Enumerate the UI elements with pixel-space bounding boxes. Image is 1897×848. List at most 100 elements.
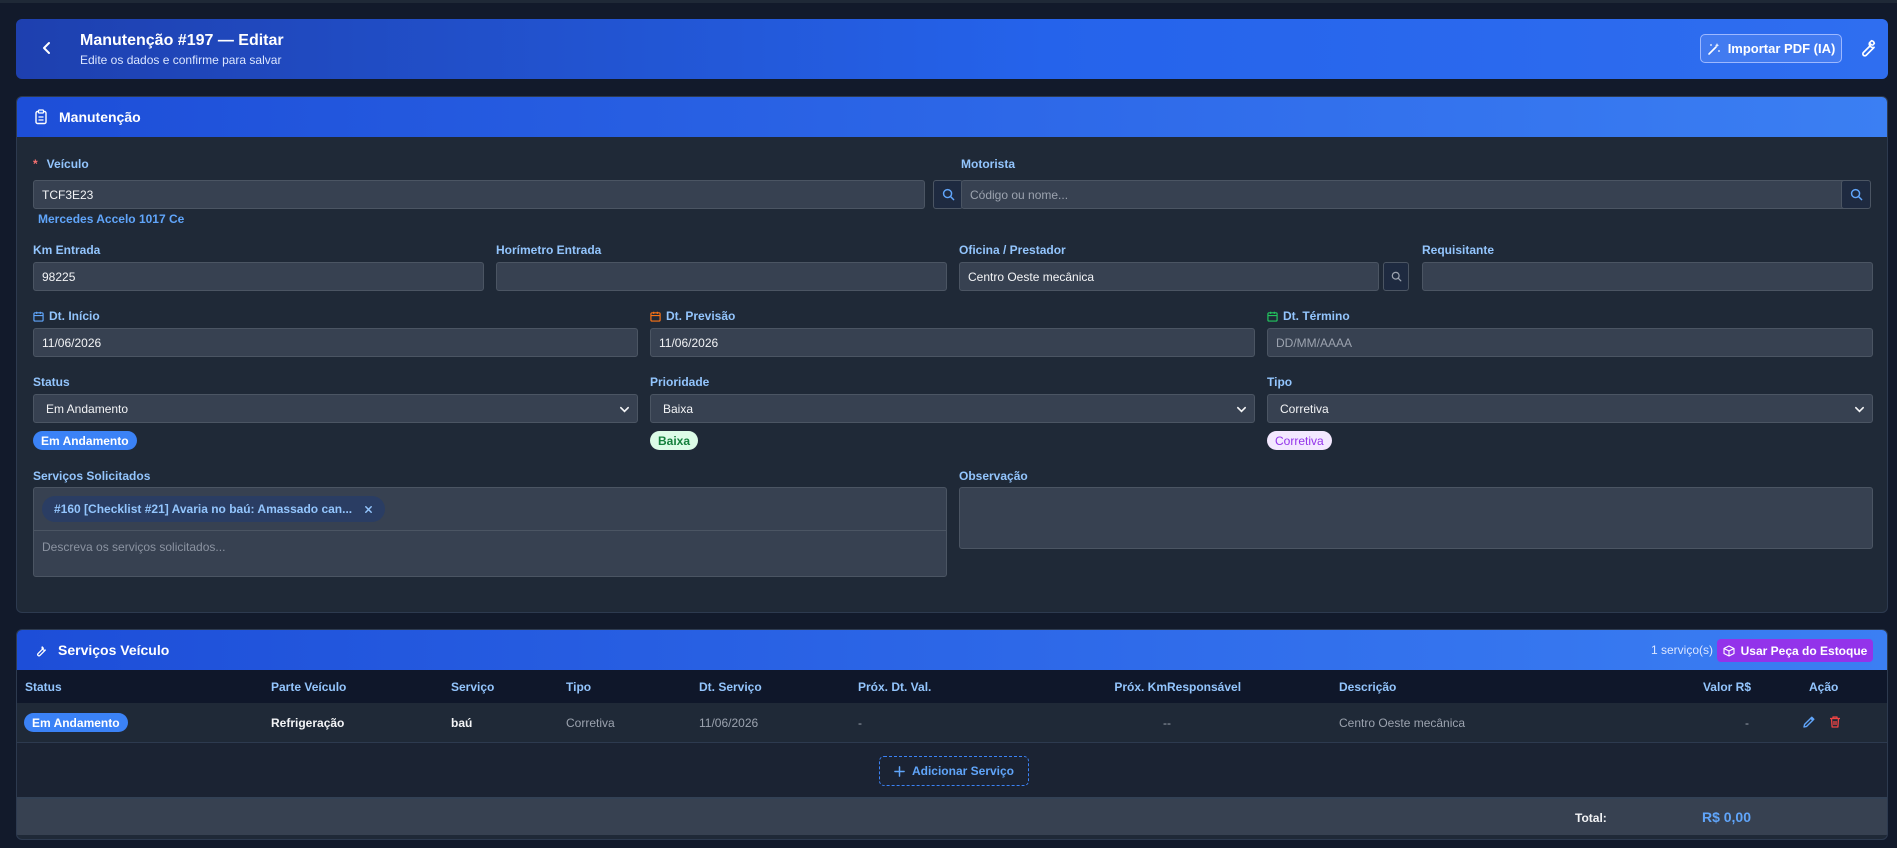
col-acao: Ação (1809, 680, 1839, 694)
calendar-icon (650, 311, 661, 322)
dt-previsao-input[interactable]: 11/06/2026 (650, 328, 1255, 357)
veiculo-model-link[interactable]: Mercedes Accelo 1017 Ce (38, 212, 184, 226)
servico-chip: #160 [Checklist #21] Avaria no baú: Amas… (42, 496, 386, 522)
servico-chip-label: #160 [Checklist #21] Avaria no baú: Amas… (54, 502, 353, 516)
row-valor: - (1745, 716, 1749, 730)
tipo-select[interactable]: Corretiva (1267, 394, 1873, 423)
package-icon (1723, 644, 1735, 657)
motorista-search-button[interactable] (1841, 180, 1871, 209)
add-service-area: Adicionar Serviço (17, 743, 1887, 799)
row-tipo: Corretiva (566, 716, 615, 730)
servicos-solicitados-input[interactable]: Descreva os serviços solicitados... (42, 540, 225, 554)
servicos-solicitados-label: Serviços Solicitados (33, 469, 151, 483)
col-prox-dt: Próx. Dt. Val. (858, 680, 932, 694)
close-icon[interactable] (364, 505, 373, 514)
total-bar: Total: R$ 0,00 (17, 799, 1887, 835)
chevron-left-icon (43, 42, 50, 54)
col-tipo: Tipo (566, 680, 592, 694)
row-parte: Refrigeração (271, 716, 345, 730)
clipboard-icon (35, 109, 47, 125)
observacao-textarea[interactable] (959, 487, 1873, 549)
page-subtitle: Edite os dados e confirme para salvar (80, 53, 282, 67)
services-count: 1 serviço(s) (1651, 643, 1714, 657)
veiculo-label: * Veículo (33, 157, 89, 171)
trash-icon[interactable] (1828, 715, 1842, 729)
veiculo-search-button[interactable] (933, 180, 963, 209)
maintenance-card: Manutenção * Veículo TCF3E23 Mercedes Acc… (16, 96, 1888, 613)
observacao-label: Observação (959, 469, 1028, 483)
import-pdf-button[interactable]: Importar PDF (IA) (1700, 34, 1842, 63)
oficina-input[interactable]: Centro Oeste mecânica (959, 262, 1379, 291)
use-stock-part-label: Usar Peça do Estoque (1740, 643, 1868, 658)
wrench-icon[interactable] (1856, 37, 1878, 59)
oficina-search-button[interactable] (1383, 262, 1409, 291)
calendar-icon (1267, 311, 1278, 322)
horimetro-input[interactable] (496, 262, 947, 291)
row-descricao: Centro Oeste mecânica (1339, 716, 1466, 730)
col-valor: Valor R$ (1702, 680, 1751, 694)
col-responsavel: Responsável (1167, 680, 1242, 694)
dt-termino-label: Dt. Término (1267, 309, 1350, 323)
divider (34, 530, 946, 531)
dt-termino-input[interactable]: DD/MM/AAAA (1267, 328, 1873, 357)
servicos-solicitados-box: #160 [Checklist #21] Avaria no baú: Amas… (33, 487, 947, 577)
col-parte: Parte Veículo (271, 680, 347, 694)
status-label: Status (33, 375, 70, 389)
chevron-down-icon (620, 406, 629, 413)
maintenance-section-title: Manutenção (59, 109, 141, 125)
row-prox-dt: - (858, 716, 862, 730)
col-servico: Serviço (451, 680, 495, 694)
search-icon (1850, 188, 1862, 201)
prioridade-select-value: Baixa (663, 401, 694, 416)
services-table-header: Status Parte Veículo Serviço Tipo Dt. Se… (17, 670, 1887, 703)
km-entrada-input[interactable]: 98225 (33, 262, 484, 291)
prioridade-select[interactable]: Baixa (650, 394, 1255, 423)
prioridade-badge: Baixa (650, 431, 699, 450)
maintenance-card-header: Manutenção (17, 97, 1887, 137)
search-icon (1391, 271, 1401, 282)
calendar-icon (33, 311, 44, 322)
back-button[interactable] (36, 37, 58, 59)
add-service-label: Adicionar Serviço (911, 764, 1015, 778)
total-value: R$ 0,00 (1701, 809, 1751, 825)
chevron-down-icon (1855, 406, 1864, 413)
dt-inicio-label: Dt. Início (33, 309, 100, 323)
horimetro-label: Horímetro Entrada (496, 243, 602, 257)
import-pdf-label: Importar PDF (IA) (1727, 41, 1836, 56)
prioridade-label: Prioridade (650, 375, 710, 389)
wrench-icon (37, 645, 46, 656)
services-section-title: Serviços Veículo (58, 642, 170, 658)
motorista-label: Motorista (961, 157, 1015, 171)
col-descricao: Descrição (1339, 680, 1397, 694)
col-prox-km: Próx. Km (1114, 680, 1167, 694)
requisitante-input[interactable] (1422, 262, 1873, 291)
row-responsavel: - (1167, 716, 1171, 730)
motorista-input[interactable]: Código ou nome... (961, 180, 1853, 209)
services-card-header: Serviços Veículo 1 serviço(s) Usar Peça … (17, 630, 1887, 670)
add-service-button[interactable]: Adicionar Serviço (879, 756, 1029, 786)
km-entrada-label: Km Entrada (33, 243, 101, 257)
status-select[interactable]: Em Andamento (33, 394, 638, 423)
veiculo-input[interactable]: TCF3E23 (33, 180, 925, 209)
magic-wand-icon (1707, 42, 1720, 55)
pencil-icon[interactable] (1802, 715, 1816, 729)
col-status: Status (25, 680, 62, 694)
use-stock-part-button[interactable]: Usar Peça do Estoque (1717, 639, 1873, 662)
status-badge: Em Andamento (33, 431, 137, 450)
dt-inicio-input[interactable]: 11/06/2026 (33, 328, 638, 357)
tipo-badge: Corretiva (1267, 431, 1332, 450)
tipo-label: Tipo (1267, 375, 1293, 389)
row-dt-servico: 11/06/2026 (699, 716, 759, 730)
plus-icon (894, 765, 905, 777)
tipo-select-value: Corretiva (1280, 401, 1329, 416)
oficina-label: Oficina / Prestador (959, 243, 1066, 257)
row-servico: baú (451, 716, 473, 730)
table-row[interactable]: Em Andamento Refrigeração baú Corretiva … (17, 703, 1887, 743)
total-label: Total: (1575, 811, 1607, 825)
chevron-down-icon (1237, 406, 1246, 413)
services-card: Serviços Veículo 1 serviço(s) Usar Peça … (16, 629, 1888, 840)
search-icon (942, 188, 954, 201)
dt-previsao-label: Dt. Previsão (650, 309, 735, 323)
row-status-badge: Em Andamento (24, 713, 128, 732)
top-border (0, 0, 1897, 3)
